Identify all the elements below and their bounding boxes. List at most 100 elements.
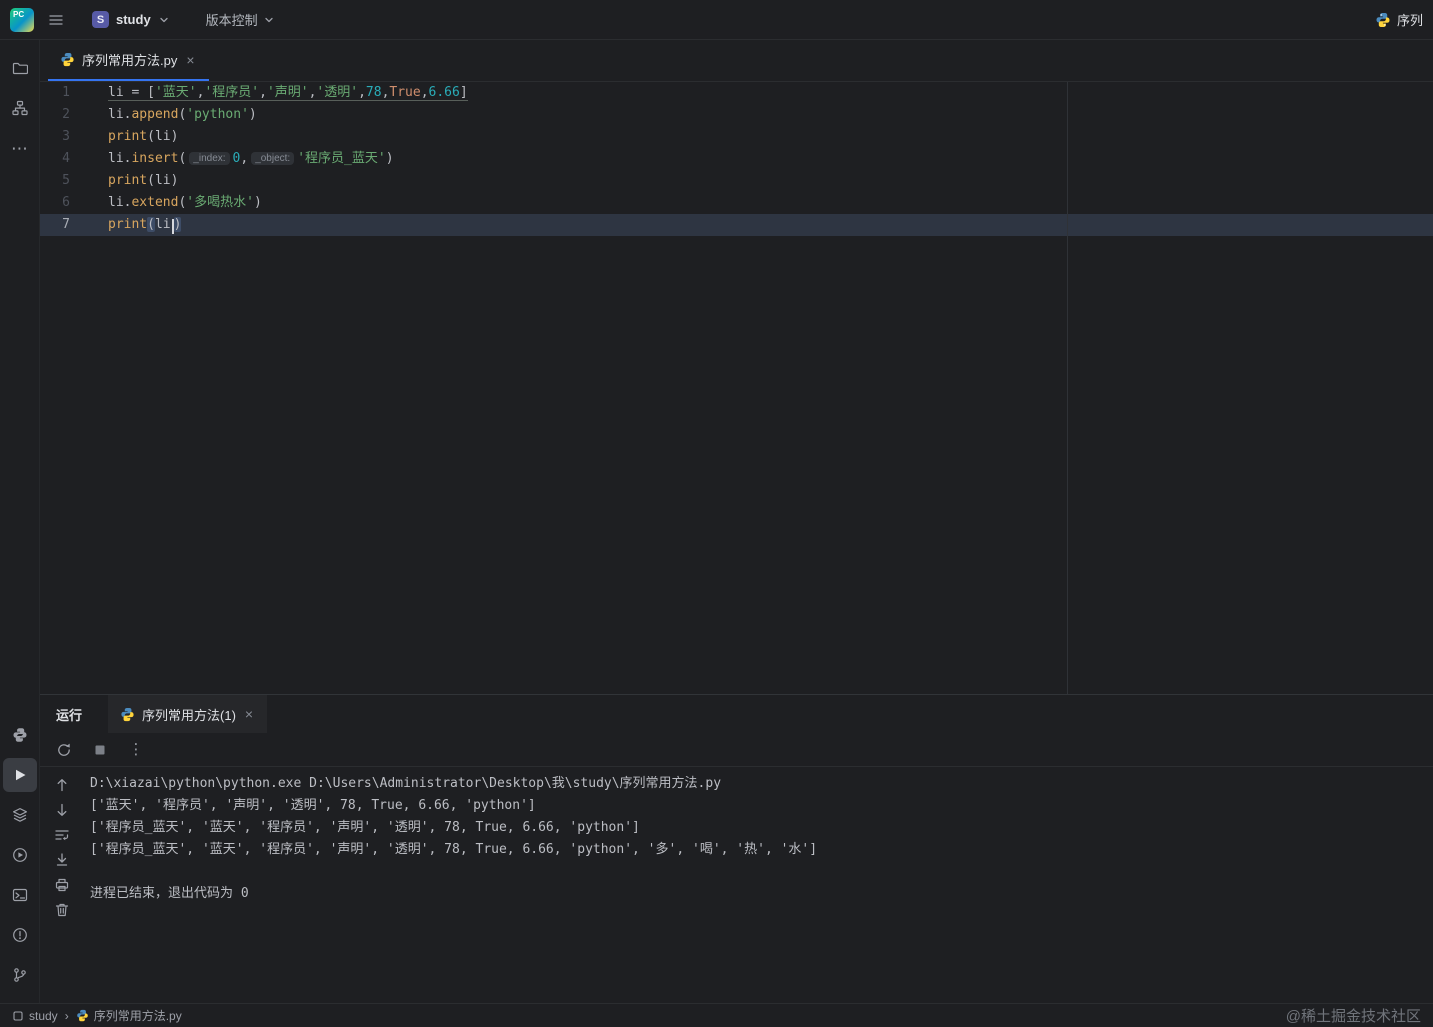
code-editor[interactable]: 1 li = ['蓝天','程序员','声明','透明',78,True,6.66… — [40, 82, 1433, 694]
console-line: ['蓝天', '程序员', '声明', '透明', 78, True, 6.66… — [90, 798, 536, 813]
window-body: ⋯ 序列常用方法.py × 1 li = ['蓝天','程序员','声明','透… — [0, 40, 1433, 1003]
code-token: insert — [131, 151, 179, 166]
run-tab-bar: 运行 序列常用方法(1) × — [40, 695, 1433, 733]
editor-tab[interactable]: 序列常用方法.py × — [48, 40, 209, 81]
code-line[interactable]: 1 li = ['蓝天','程序员','声明','透明',78,True,6.66… — [40, 82, 1433, 104]
code-token: '透明' — [316, 85, 359, 101]
problems-icon — [12, 928, 27, 942]
code-token: , — [358, 85, 366, 101]
code-line[interactable]: 7 print(li) — [40, 214, 1433, 236]
soft-wrap-icon — [55, 830, 69, 841]
sidebar-item-services[interactable] — [3, 798, 37, 832]
arrow-up-icon — [57, 779, 67, 792]
code-token: ( — [178, 151, 187, 166]
code-token: '多喝热水' — [186, 195, 254, 210]
printer-icon — [55, 878, 69, 892]
git-branch-icon — [13, 968, 26, 982]
run-tab[interactable]: 序列常用方法(1) × — [108, 695, 268, 733]
main-menu-button[interactable] — [42, 6, 70, 34]
sidebar-item-structure[interactable] — [3, 91, 37, 125]
arrow-down-icon — [57, 803, 67, 816]
sidebar-item-run-configurations[interactable] — [3, 838, 37, 872]
status-bar: study › 序列常用方法.py @稀土掘金技术社区 — [0, 1003, 1433, 1027]
code-token: ) — [170, 129, 179, 144]
editor-tab-bar: 序列常用方法.py × — [40, 40, 1433, 82]
python-icon — [76, 1009, 88, 1022]
folder-icon — [12, 62, 28, 75]
close-tab-icon[interactable]: × — [243, 706, 255, 722]
console-toolbar — [40, 767, 84, 1003]
code-token: print — [108, 129, 148, 144]
clear-console-button[interactable] — [54, 902, 70, 918]
sidebar-item-run[interactable] — [2, 758, 37, 792]
vcs-widget[interactable]: 版本控制 — [206, 10, 275, 29]
line-number: 7 — [62, 217, 70, 232]
chevron-down-icon — [160, 17, 168, 22]
stop-button[interactable] — [86, 736, 114, 764]
rerun-button[interactable] — [50, 736, 78, 764]
terminal-icon — [12, 888, 27, 902]
editor-lines: 1 li = ['蓝天','程序员','声明','透明',78,True,6.66… — [40, 82, 1433, 236]
code-token: ) — [170, 173, 179, 188]
code-token: ( — [147, 129, 155, 144]
console-line: ['程序员_蓝天', '蓝天', '程序员', '声明', '透明', 78, … — [90, 820, 640, 835]
run-configuration-widget[interactable]: 序列 — [1375, 10, 1423, 29]
python-console-icon — [13, 728, 26, 742]
python-icon — [1376, 12, 1390, 27]
sidebar-item-version-control[interactable] — [3, 958, 37, 992]
code-token: ) — [173, 217, 182, 232]
code-token: = — [123, 85, 148, 101]
code-line[interactable]: 3 print(li) — [40, 126, 1433, 148]
code-token: [ — [147, 85, 155, 101]
project-name: study — [116, 12, 151, 27]
line-number: 5 — [62, 173, 70, 188]
code-token: , — [240, 151, 249, 166]
sidebar-item-problems[interactable] — [3, 918, 37, 952]
code-line[interactable]: 4 li.insert(_index: 0, _object: '程序员_蓝天') — [40, 148, 1433, 170]
run-panel-title: 运行 — [56, 707, 83, 723]
code-token: 6.66 — [428, 85, 460, 101]
run-options-button[interactable]: ⋮ — [122, 736, 150, 764]
run-tab-label: 序列常用方法(1) — [142, 707, 236, 723]
right-margin-guide — [1067, 82, 1068, 694]
code-token: , — [259, 85, 267, 101]
close-tab-icon[interactable]: × — [184, 52, 196, 68]
code-token: append — [131, 107, 179, 122]
scroll-to-end-button[interactable] — [54, 852, 70, 868]
circled-play-icon — [12, 848, 27, 862]
code-line[interactable]: 6 li.extend('多喝热水') — [40, 192, 1433, 214]
title-bar: PC S study 版本控制 序列 — [0, 0, 1433, 40]
console-line: 进程已结束，退出代码为 0 — [90, 886, 249, 901]
breadcrumb-file-label: 序列常用方法.py — [93, 1009, 182, 1023]
code-token: ) — [248, 107, 257, 122]
breadcrumb-file[interactable]: 序列常用方法.py — [76, 1007, 182, 1024]
console-line: ['程序员_蓝天', '蓝天', '程序员', '声明', '透明', 78, … — [90, 842, 818, 857]
module-icon — [13, 1010, 23, 1021]
code-token: li. — [108, 107, 132, 122]
print-button[interactable] — [54, 877, 70, 893]
chevron-down-icon — [265, 17, 273, 22]
jump-up-button[interactable] — [54, 777, 70, 793]
sidebar-item-python-console[interactable] — [3, 718, 37, 752]
line-number: 6 — [62, 195, 70, 210]
sidebar-item-more-tools[interactable]: ⋯ — [3, 131, 37, 165]
stripe-bottom-group — [2, 715, 37, 995]
stop-icon — [95, 745, 105, 754]
code-line[interactable]: 2 li.append('python') — [40, 104, 1433, 126]
sidebar-item-terminal[interactable] — [3, 878, 37, 912]
breadcrumb-separator: › — [64, 1008, 69, 1023]
hamburger-icon — [49, 14, 63, 25]
console-output[interactable]: D:\xiazai\python\python.exe D:\Users\Adm… — [84, 767, 1433, 1003]
sidebar-item-project[interactable] — [3, 51, 37, 85]
run-play-icon — [15, 769, 25, 781]
jump-down-button[interactable] — [54, 802, 70, 818]
breadcrumb-project[interactable]: study — [12, 1009, 58, 1023]
inlay-hint: _index: — [189, 152, 230, 165]
code-line[interactable]: 5 print(li) — [40, 170, 1433, 192]
code-token: print — [108, 173, 148, 188]
soft-wrap-button[interactable] — [54, 827, 70, 843]
code-token: li — [154, 217, 171, 232]
project-widget[interactable]: S study — [92, 11, 170, 28]
editor-area: 序列常用方法.py × 1 li = ['蓝天','程序员','声明','透明',… — [40, 40, 1433, 695]
